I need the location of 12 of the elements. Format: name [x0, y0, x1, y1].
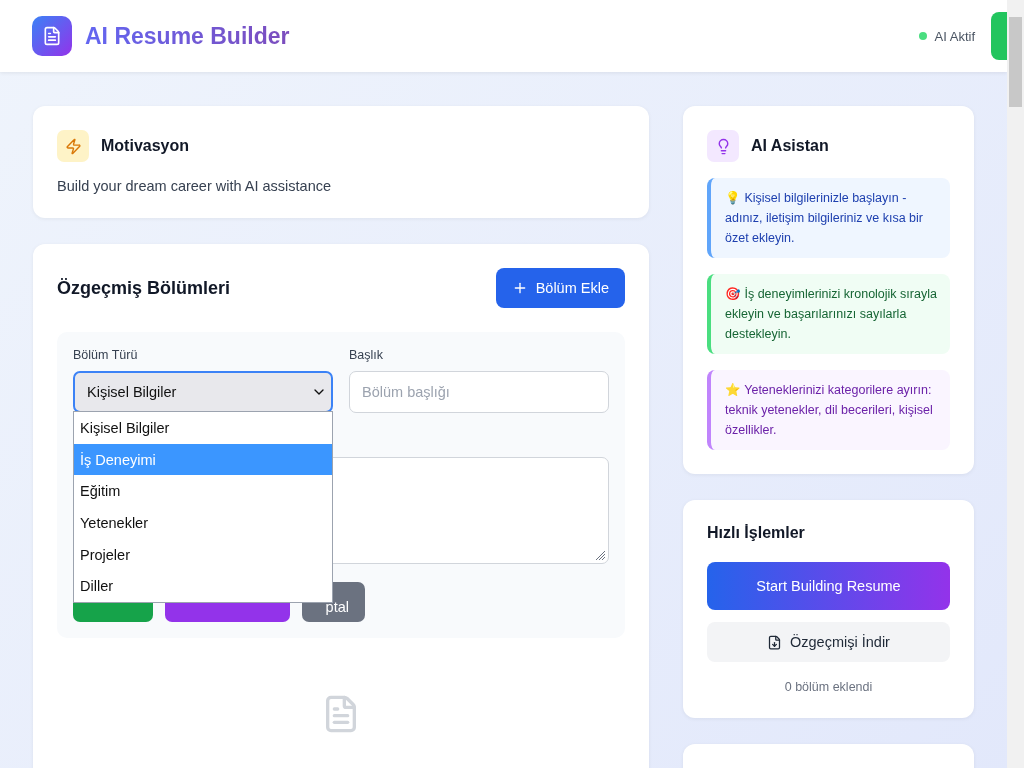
- motivation-text: Build your dream career with AI assistance: [57, 178, 332, 194]
- card-title: AI Asistan: [751, 137, 829, 155]
- status-label: AI Aktif: [934, 28, 975, 44]
- tip-card: 💡 Kişisel bilgilerinizle başlayın - adınız, iletişim bilgileriniz ve kısa bir özet ekleyin.: [707, 178, 950, 258]
- field-label: Başlık: [349, 348, 385, 362]
- section-count: 0 bölüm eklendi: [783, 680, 874, 694]
- tip-card: ⭐ Yeteneklerinizi kategorilere ayırın: teknik yetenekler, dil becerileri, kişisel özellikler.: [707, 370, 950, 450]
- card-title: Hızlı İşlemler: [707, 524, 806, 542]
- tip-card: 🎯 İş deneyimlerinizi kronolojik sırayla ekleyin ve başarılarınızı sayılarla destekleyin.: [707, 274, 950, 354]
- field-label: Bölüm Türü: [73, 348, 139, 362]
- card-title: Motivasyon: [101, 137, 189, 155]
- card-title: Özgeçmiş Bölümleri: [57, 277, 231, 299]
